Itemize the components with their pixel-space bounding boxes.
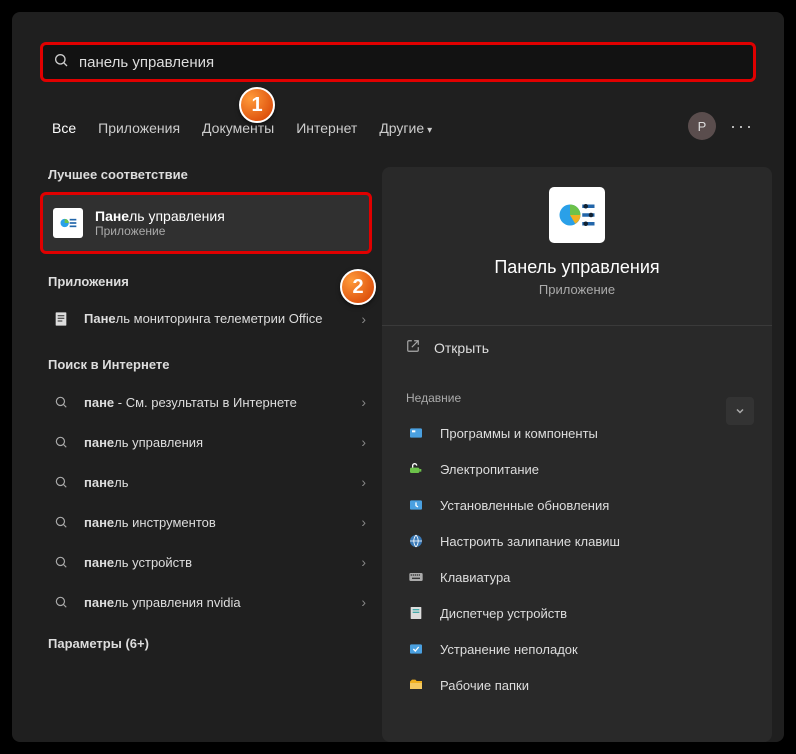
user-avatar[interactable]: P bbox=[688, 112, 716, 140]
recent-item-icon bbox=[406, 605, 426, 621]
open-label: Открыть bbox=[434, 340, 489, 356]
section-web: Поиск в Интернете bbox=[48, 357, 364, 372]
recent-item[interactable]: Установленные обновления bbox=[392, 487, 762, 523]
web-result-item[interactable]: панель › bbox=[40, 462, 372, 502]
search-icon bbox=[50, 595, 72, 609]
recent-item-icon bbox=[406, 641, 426, 657]
tab-all[interactable]: Все bbox=[52, 120, 76, 136]
recent-item-icon bbox=[406, 533, 426, 549]
tab-apps[interactable]: Приложения bbox=[98, 120, 180, 136]
recent-item-label: Электропитание bbox=[440, 462, 539, 477]
search-box[interactable] bbox=[40, 42, 756, 82]
open-icon bbox=[406, 339, 420, 356]
preview-pane: Панель управления Приложение Открыть Нед… bbox=[382, 167, 772, 742]
annotation-1: 1 bbox=[239, 87, 275, 123]
chevron-right-icon: › bbox=[361, 394, 366, 410]
windows-search-panel: 1 Все Приложения Документы Интернет Друг… bbox=[12, 12, 784, 742]
app-result-title: Панель мониторинга телеметрии Office bbox=[84, 311, 322, 327]
tab-more[interactable]: Другие▾ bbox=[379, 120, 432, 136]
web-result-text: панель управления nvidia bbox=[84, 595, 241, 610]
recent-item[interactable]: Рабочие папки bbox=[392, 667, 762, 703]
web-result-item[interactable]: панель устройств › bbox=[40, 542, 372, 582]
search-icon bbox=[50, 435, 72, 449]
recent-item-icon bbox=[406, 425, 426, 441]
recent-item-label: Устранение неполадок bbox=[440, 642, 578, 657]
section-best-match: Лучшее соответствие bbox=[48, 167, 364, 182]
open-action[interactable]: Открыть bbox=[382, 325, 772, 369]
search-icon bbox=[50, 555, 72, 569]
recent-item-icon bbox=[406, 497, 426, 513]
search-icon bbox=[50, 395, 72, 409]
preview-title: Панель управления bbox=[382, 257, 772, 278]
recent-item[interactable]: Диспетчер устройств bbox=[392, 595, 762, 631]
section-params: Параметры (6+) bbox=[48, 636, 364, 651]
recent-item[interactable]: Клавиатура bbox=[392, 559, 762, 595]
recent-item-label: Клавиатура bbox=[440, 570, 510, 585]
annotation-2: 2 bbox=[340, 269, 376, 305]
tab-documents[interactable]: Документы bbox=[202, 120, 274, 136]
chevron-right-icon: › bbox=[361, 554, 366, 570]
chevron-right-icon: › bbox=[361, 514, 366, 530]
best-match-item[interactable]: Панель управления Приложение bbox=[40, 192, 372, 254]
recent-item-icon bbox=[406, 461, 426, 477]
recent-item-icon bbox=[406, 677, 426, 693]
document-icon bbox=[50, 310, 72, 328]
chevron-down-icon: ▾ bbox=[427, 125, 432, 136]
best-match-title: Панель управления bbox=[95, 208, 225, 224]
chevron-right-icon: › bbox=[361, 594, 366, 610]
recent-item[interactable]: Устранение неполадок bbox=[392, 631, 762, 667]
web-result-text: панель bbox=[84, 475, 129, 490]
filter-tabs: Все Приложения Документы Интернет Другие… bbox=[52, 120, 432, 136]
web-result-item[interactable]: панель управления › bbox=[40, 422, 372, 462]
chevron-right-icon: › bbox=[361, 474, 366, 490]
web-result-item[interactable]: панель инструментов › bbox=[40, 502, 372, 542]
app-result-item[interactable]: Панель мониторинга телеметрии Office › bbox=[40, 299, 372, 339]
tab-internet[interactable]: Интернет bbox=[296, 120, 357, 136]
preview-app-icon bbox=[549, 187, 605, 243]
recent-item-label: Диспетчер устройств bbox=[440, 606, 567, 621]
more-options-button[interactable]: ··· bbox=[730, 116, 754, 137]
recent-item-icon bbox=[406, 569, 426, 585]
recent-list: Программы и компоненты Электропитание Уста… bbox=[382, 415, 772, 703]
recent-item[interactable]: Настроить залипание клавиш bbox=[392, 523, 762, 559]
web-result-item[interactable]: пане - См. результаты в Интернете › bbox=[40, 382, 372, 422]
results-list: Лучшее соответствие Панель управления Пр… bbox=[40, 167, 372, 661]
search-icon bbox=[53, 52, 69, 73]
recent-item[interactable]: Программы и компоненты bbox=[392, 415, 762, 451]
header-right: P ··· bbox=[688, 112, 754, 140]
web-result-item[interactable]: панель управления nvidia › bbox=[40, 582, 372, 622]
recent-item[interactable]: Электропитание bbox=[392, 451, 762, 487]
recent-item-label: Настроить залипание клавиш bbox=[440, 534, 620, 549]
recent-label: Недавние bbox=[406, 391, 772, 405]
control-panel-icon bbox=[53, 208, 83, 238]
chevron-right-icon: › bbox=[361, 434, 366, 450]
web-result-text: пане - См. результаты в Интернете bbox=[84, 395, 297, 410]
chevron-right-icon: › bbox=[361, 311, 366, 327]
preview-subtitle: Приложение bbox=[382, 282, 772, 297]
search-input[interactable] bbox=[79, 54, 743, 71]
expand-button[interactable] bbox=[726, 397, 754, 425]
recent-item-label: Установленные обновления bbox=[440, 498, 609, 513]
recent-item-label: Программы и компоненты bbox=[440, 426, 598, 441]
web-result-text: панель управления bbox=[84, 435, 203, 450]
recent-item-label: Рабочие папки bbox=[440, 678, 529, 693]
web-result-text: панель инструментов bbox=[84, 515, 216, 530]
web-result-text: панель устройств bbox=[84, 555, 192, 570]
section-apps: Приложения bbox=[48, 274, 364, 289]
best-match-subtitle: Приложение bbox=[95, 224, 225, 238]
search-icon bbox=[50, 515, 72, 529]
search-icon bbox=[50, 475, 72, 489]
